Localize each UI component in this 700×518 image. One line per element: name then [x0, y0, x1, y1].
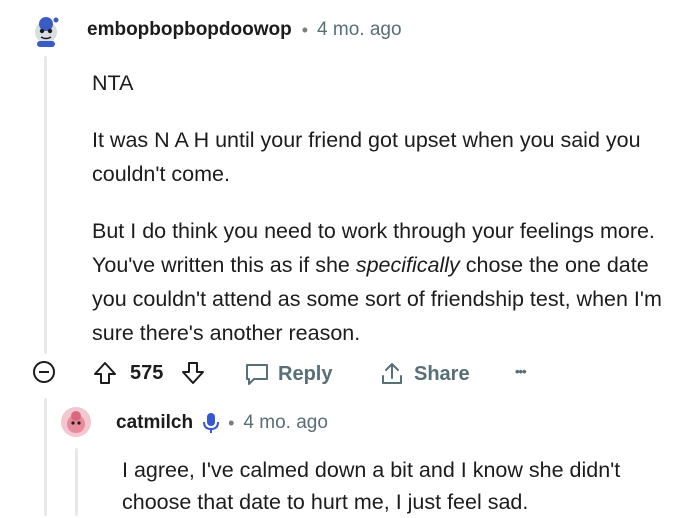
comment-paragraph-emphasis: But I do think you need to work through …	[92, 219, 662, 345]
emphasized-word: specifically	[355, 253, 460, 277]
comment-header: catmilch • 4 mo. ago	[116, 411, 328, 435]
upvote-icon	[94, 362, 116, 384]
comment-text: I agree, I've calmed down a bit and I kn…	[122, 458, 621, 514]
comment-paragraph: It was N A H until your friend got upset…	[92, 128, 641, 186]
meta-separator: •	[301, 19, 309, 40]
vote-count: 575	[130, 362, 164, 384]
meta-separator: •	[228, 412, 235, 433]
thread-line	[44, 56, 47, 354]
more-options-button[interactable]: •••	[515, 364, 527, 379]
reply-button[interactable]: Reply	[243, 360, 332, 388]
microphone-icon	[203, 413, 220, 433]
timestamp[interactable]: 4 mo. ago	[243, 412, 328, 434]
comment-header: embopbopbopdoowop • 4 mo. ago	[87, 19, 402, 41]
comment-paragraph: NTA	[92, 71, 134, 95]
timestamp[interactable]: 4 mo. ago	[317, 19, 402, 41]
thread-line-nested	[44, 398, 47, 516]
comment-body: I agree, I've calmed down a bit and I kn…	[122, 454, 682, 518]
thread-line-reply	[75, 448, 78, 516]
share-button[interactable]: Share	[378, 360, 470, 388]
username[interactable]: embopbopbopdoowop	[87, 19, 292, 41]
downvote-button[interactable]	[180, 360, 206, 386]
share-icon	[382, 363, 402, 384]
comment-icon	[246, 364, 268, 385]
share-label: Share	[414, 362, 470, 385]
username[interactable]: catmilch	[116, 412, 193, 434]
avatar[interactable]	[27, 12, 65, 50]
avatar[interactable]	[60, 406, 92, 438]
downvote-icon	[182, 362, 204, 384]
reply-label: Reply	[278, 362, 333, 385]
upvote-button[interactable]	[92, 360, 118, 386]
comment-body: NTA It was N A H until your friend got u…	[92, 66, 682, 373]
comment-actions: 575 Reply Share •••	[0, 354, 700, 394]
